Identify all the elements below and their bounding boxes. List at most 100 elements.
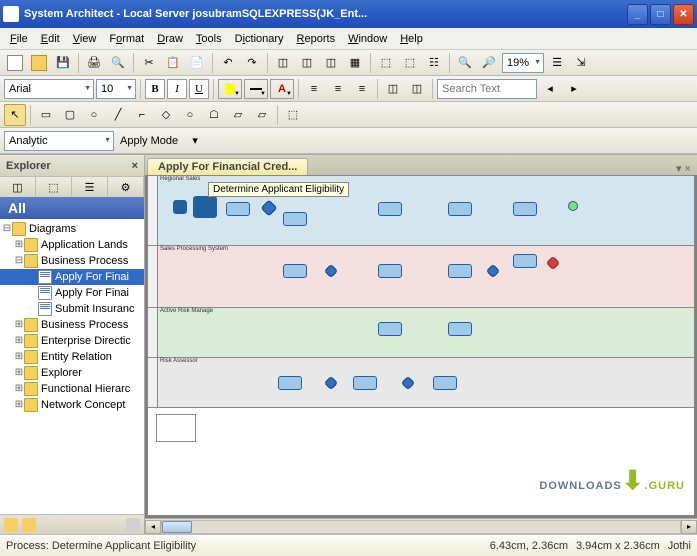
shape-doc[interactable]: ▱ bbox=[227, 104, 249, 126]
shape-diamond[interactable]: ◇ bbox=[155, 104, 177, 126]
explorer-bot-btn-1[interactable] bbox=[4, 518, 18, 532]
scroll-track[interactable] bbox=[161, 520, 681, 534]
menu-help[interactable]: Help bbox=[394, 31, 429, 47]
zoom-out-button[interactable]: 🔎 bbox=[478, 52, 500, 74]
explorer-bot-btn-2[interactable] bbox=[22, 518, 36, 532]
tree-item[interactable]: ⊞Entity Relation bbox=[0, 349, 144, 365]
bpmn-task[interactable] bbox=[353, 376, 377, 390]
bpmn-task[interactable] bbox=[226, 202, 250, 216]
bpmn-task[interactable] bbox=[378, 322, 402, 336]
bpmn-task[interactable] bbox=[433, 376, 457, 390]
tree-item[interactable]: ⊞Explorer bbox=[0, 365, 144, 381]
search-input[interactable] bbox=[437, 79, 537, 99]
paste-button[interactable]: 📄 bbox=[186, 52, 208, 74]
bpmn-task[interactable] bbox=[448, 202, 472, 216]
explorer-tab-2[interactable]: ⬚ bbox=[36, 177, 72, 197]
explorer-tab-1[interactable]: ◫ bbox=[0, 177, 36, 197]
bold-button[interactable]: B bbox=[145, 79, 165, 99]
menu-tools[interactable]: Tools bbox=[190, 31, 228, 47]
shape-line[interactable]: ╱ bbox=[107, 104, 129, 126]
shape-rect[interactable]: ▭ bbox=[35, 104, 57, 126]
align-left-button[interactable]: ≡ bbox=[303, 78, 325, 100]
tree-item[interactable]: ⊞Application Lands bbox=[0, 237, 144, 253]
tool-btn-7[interactable]: ☷ bbox=[423, 52, 445, 74]
menu-edit[interactable]: Edit bbox=[35, 31, 66, 47]
tree-item-selected[interactable]: Apply For Finai bbox=[0, 269, 144, 285]
bpmn-task[interactable] bbox=[513, 202, 537, 216]
search-prev-button[interactable]: ◂ bbox=[539, 78, 561, 100]
bpmn-gateway[interactable] bbox=[324, 376, 338, 390]
menu-draw[interactable]: Draw bbox=[151, 31, 189, 47]
explorer-section-all[interactable]: All bbox=[0, 197, 144, 219]
tree-item[interactable]: ⊞Business Process bbox=[0, 317, 144, 333]
search-next-button[interactable]: ▸ bbox=[563, 78, 585, 100]
scroll-right-button[interactable]: ▸ bbox=[681, 520, 697, 534]
tree-item[interactable]: ⊞Enterprise Directic bbox=[0, 333, 144, 349]
bpmn-task[interactable] bbox=[378, 264, 402, 278]
close-button[interactable]: ✕ bbox=[673, 4, 694, 25]
tree-item[interactable]: ⊞Network Concept bbox=[0, 397, 144, 413]
align-right-button[interactable]: ≡ bbox=[351, 78, 373, 100]
bpmn-gateway[interactable] bbox=[261, 200, 278, 217]
tool-btn-8[interactable]: ☰ bbox=[546, 52, 568, 74]
fmt-btn-2[interactable]: ◫ bbox=[406, 78, 428, 100]
document-tab[interactable]: Apply For Financial Cred... bbox=[147, 158, 308, 175]
mode-dropdown[interactable]: Analytic bbox=[4, 131, 114, 151]
fill-color-button[interactable] bbox=[218, 79, 242, 99]
tree-item[interactable]: ⊟Business Process bbox=[0, 253, 144, 269]
tool-btn-2[interactable]: ◫ bbox=[296, 52, 318, 74]
italic-button[interactable]: I bbox=[167, 79, 187, 99]
bpmn-start-event[interactable] bbox=[173, 200, 187, 214]
scroll-left-button[interactable]: ◂ bbox=[145, 520, 161, 534]
menu-dictionary[interactable]: Dictionary bbox=[229, 31, 290, 47]
shape-conn[interactable]: ⌐ bbox=[131, 104, 153, 126]
menu-reports[interactable]: Reports bbox=[291, 31, 342, 47]
copy-button[interactable]: 📋 bbox=[162, 52, 184, 74]
bpmn-task[interactable] bbox=[283, 264, 307, 278]
shape-more[interactable]: ⬚ bbox=[282, 104, 304, 126]
bpmn-task[interactable] bbox=[193, 196, 217, 218]
bpmn-task[interactable] bbox=[378, 202, 402, 216]
tree-item[interactable]: Apply For Finai bbox=[0, 285, 144, 301]
tool-btn-9[interactable]: ⇲ bbox=[570, 52, 592, 74]
redo-button[interactable]: ↷ bbox=[241, 52, 263, 74]
text-color-button[interactable]: A bbox=[270, 79, 294, 99]
explorer-tab-4[interactable]: ⚙ bbox=[108, 177, 144, 197]
underline-button[interactable]: U bbox=[189, 79, 209, 99]
bpmn-task[interactable] bbox=[283, 212, 307, 226]
menu-format[interactable]: Format bbox=[103, 31, 150, 47]
fmt-btn-1[interactable]: ◫ bbox=[382, 78, 404, 100]
tool-btn-3[interactable]: ◫ bbox=[320, 52, 342, 74]
bpmn-task[interactable] bbox=[448, 322, 472, 336]
bpmn-gateway[interactable] bbox=[546, 256, 560, 270]
tree-item[interactable]: Submit Insuranc bbox=[0, 301, 144, 317]
tree-item[interactable]: ⊞Functional Hierarc bbox=[0, 381, 144, 397]
tool-btn-1[interactable]: ◫ bbox=[272, 52, 294, 74]
line-color-button[interactable] bbox=[244, 79, 268, 99]
font-size-dropdown[interactable]: 10 bbox=[96, 79, 136, 99]
diagram-canvas[interactable]: Regional Sales Determine Applicant Eligi… bbox=[147, 175, 695, 516]
explorer-tab-3[interactable]: ☰ bbox=[72, 177, 108, 197]
menu-window[interactable]: Window bbox=[342, 31, 393, 47]
zoom-in-button[interactable]: 🔍 bbox=[454, 52, 476, 74]
minimize-button[interactable]: _ bbox=[627, 4, 648, 25]
bpmn-task[interactable] bbox=[513, 254, 537, 268]
shape-db[interactable]: ☖ bbox=[203, 104, 225, 126]
tree-root-diagrams[interactable]: ⊟Diagrams bbox=[0, 221, 144, 237]
zoom-dropdown[interactable]: 19% bbox=[502, 53, 544, 73]
pointer-tool[interactable]: ↖ bbox=[4, 104, 26, 126]
maximize-button[interactable]: □ bbox=[650, 4, 671, 25]
tool-btn-5[interactable]: ⬚ bbox=[375, 52, 397, 74]
bpmn-gateway[interactable] bbox=[324, 264, 338, 278]
align-center-button[interactable]: ≡ bbox=[327, 78, 349, 100]
preview-button[interactable]: 🔍 bbox=[107, 52, 129, 74]
new-button[interactable] bbox=[4, 52, 26, 74]
bpmn-gateway[interactable] bbox=[486, 264, 500, 278]
save-button[interactable]: 💾 bbox=[52, 52, 74, 74]
overview-box[interactable] bbox=[156, 414, 196, 442]
menu-view[interactable]: View bbox=[67, 31, 103, 47]
bpmn-task[interactable] bbox=[448, 264, 472, 278]
cut-button[interactable]: ✂ bbox=[138, 52, 160, 74]
bpmn-gateway[interactable] bbox=[401, 376, 415, 390]
shape-data[interactable]: ▱ bbox=[251, 104, 273, 126]
